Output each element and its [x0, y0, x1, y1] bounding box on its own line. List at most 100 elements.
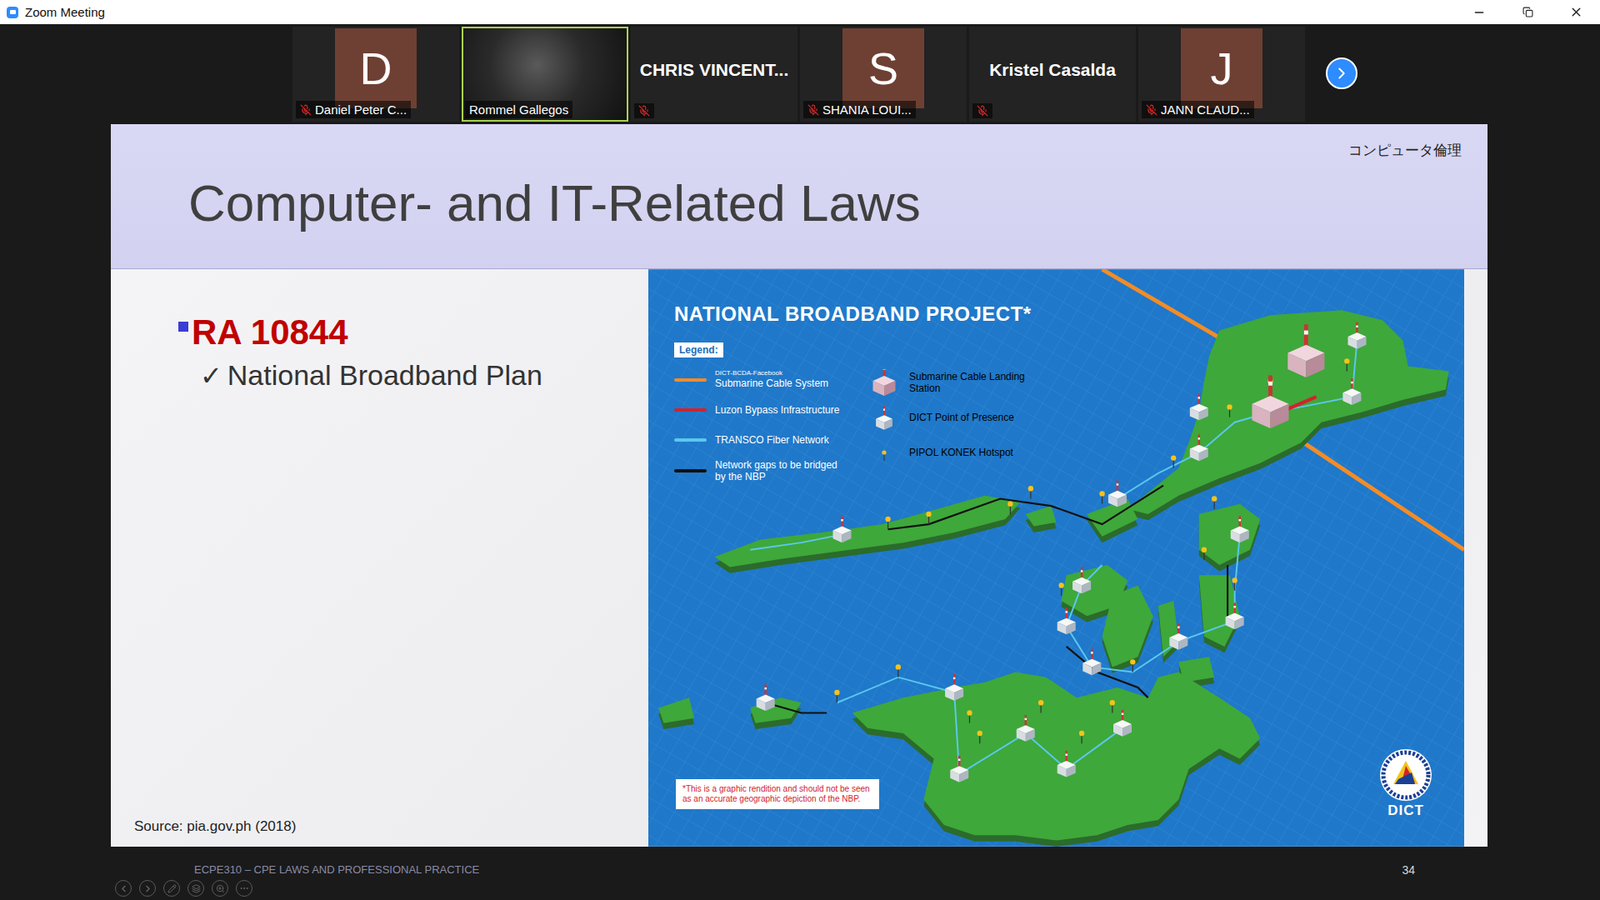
hotspot-icon — [1028, 485, 1034, 499]
slide-text-column: RA 10844✓National Broadband Plan Source: … — [110, 269, 649, 847]
point-of-presence-icon — [1016, 715, 1035, 742]
slides-icon — [191, 884, 201, 894]
legend-text: TRANSCO Fiber Network — [715, 434, 830, 446]
muted-mic-icon — [807, 104, 820, 116]
name-label — [972, 103, 993, 119]
landing-station-icon — [1287, 324, 1325, 378]
hotspot-icon — [895, 664, 901, 677]
submarine-cable — [1295, 437, 1465, 550]
participant-tile[interactable]: JJANN CLAUD... — [1138, 26, 1305, 122]
point-of-presence-icon — [1082, 648, 1101, 675]
legend-text: DICT-BCDA-FacebookSubmarine Cable System — [715, 370, 829, 390]
fiber-line — [750, 534, 842, 550]
close-button[interactable] — [1551, 0, 1600, 25]
hotspot-icon — [1344, 358, 1350, 371]
pen-button[interactable] — [163, 880, 180, 897]
point-of-presence-icon — [1190, 393, 1209, 420]
restore-icon — [1522, 6, 1534, 18]
previous-slide-button[interactable] — [115, 880, 132, 897]
hotspot-icon — [1110, 700, 1115, 713]
more-button[interactable] — [235, 880, 253, 897]
participant-tile[interactable]: DDaniel Peter C... — [292, 26, 460, 122]
legend-line-row: Network gaps to be bridged by the NBP — [674, 459, 850, 484]
hotspot-icon — [834, 690, 840, 703]
island — [658, 697, 695, 730]
restore-button[interactable] — [1503, 0, 1552, 25]
slides-button[interactable] — [187, 880, 205, 897]
next-slide-button[interactable] — [139, 880, 156, 897]
landing-station-icon — [1251, 375, 1289, 429]
broadband-map: NATIONAL BROADBAND PROJECT*Legend:DICT-B… — [648, 269, 1465, 847]
legend-text: Network gaps to be bridged by the NBP — [715, 459, 850, 484]
hotspot-icon — [881, 450, 886, 461]
muted-mic-icon — [976, 105, 989, 117]
footer-text: ECPE310 – CPE LAWS AND PROFESSIONAL PRAC… — [194, 863, 480, 877]
point-of-presence-icon — [832, 515, 851, 543]
legend-text: Submarine Cable Landing Station — [909, 370, 1035, 395]
point-of-presence-icon — [1342, 378, 1361, 405]
zoom-icon — [215, 884, 225, 894]
name-label: JANN CLAUD... — [1141, 100, 1255, 119]
slide-header: Computer- and IT-Related Lawsコンピュータ倫理 — [110, 124, 1488, 270]
point-of-presence-icon — [756, 684, 775, 711]
shared-slide: Computer- and IT-Related Lawsコンピュータ倫理RA … — [110, 124, 1488, 847]
island — [750, 697, 801, 730]
legend-marker-row: DICT Point of Presence — [867, 404, 1035, 431]
point-of-presence-icon — [1113, 710, 1132, 737]
point-of-presence-icon — [950, 755, 969, 783]
legend-line-row: DICT-BCDA-FacebookSubmarine Cable System — [674, 369, 850, 391]
hotspot-icon — [1130, 659, 1135, 672]
window-title: Zoom Meeting — [25, 5, 1455, 20]
zoom-window: Zoom Meeting DDaniel Peter C...Rommel Gal… — [0, 0, 1600, 900]
name-label: SHANIA LOUI... — [803, 100, 916, 119]
hotspot-icon — [1079, 730, 1085, 744]
legend-marker-row: Submarine Cable Landing Station — [867, 369, 1035, 396]
dict-seal-icon — [1378, 747, 1434, 803]
name-label: Daniel Peter C... — [295, 100, 411, 119]
legend-marker-row: PIPOL KONEK Hotspot — [867, 439, 1035, 466]
line-swatch — [674, 378, 707, 382]
point-of-presence-icon — [1108, 480, 1127, 507]
line-swatch — [674, 438, 707, 442]
zoom-logo-icon — [6, 6, 19, 19]
participant-tile[interactable]: SSHANIA LOUI... — [800, 26, 967, 122]
legend-text: PIPOL KONEK Hotspot — [909, 446, 1014, 459]
map-legend-panel: NATIONAL BROADBAND PROJECT*Legend:DICT-B… — [674, 302, 1035, 484]
hotspot-icon — [1226, 404, 1232, 417]
slide-body: RA 10844✓National Broadband Plan Source: … — [110, 269, 1488, 847]
fiber-line — [1117, 340, 1358, 500]
slide-control-bar: ECPE310 – CPE LAWS AND PROFESSIONAL PRAC… — [0, 846, 1600, 900]
pencil-icon — [167, 884, 177, 894]
minimize-icon — [1472, 5, 1486, 20]
fiber-line — [836, 677, 1123, 775]
participant-tile[interactable]: Rommel Gallegos — [461, 26, 629, 122]
slide-title: Computer- and IT-Related Laws — [188, 173, 921, 233]
participant-tile[interactable]: CHRIS VINCENT... — [630, 26, 798, 122]
map-title: NATIONAL BROADBAND PROJECT* — [674, 302, 1035, 326]
more-icon — [239, 883, 250, 894]
participant-name: CHRIS VINCENT... — [635, 60, 795, 89]
hotspot-icon — [977, 730, 983, 744]
island — [1025, 505, 1057, 533]
logo-text: DICT — [1387, 802, 1425, 820]
legend-markers: Submarine Cable Landing Station DICT Poin… — [867, 369, 1035, 484]
hotspot-icon — [1231, 577, 1237, 590]
hotspot-icon — [966, 710, 972, 723]
check-mark: ✓ — [200, 360, 223, 392]
point-of-presence-icon — [1190, 434, 1209, 461]
ocean — [648, 269, 1465, 847]
minimize-button[interactable] — [1455, 0, 1504, 25]
bullet-text: RA 10844 — [191, 312, 349, 353]
landing-station-icon — [873, 369, 896, 396]
next-page-button[interactable] — [1325, 57, 1358, 90]
zoom-button[interactable] — [211, 880, 229, 897]
muted-mic-icon — [1145, 104, 1158, 116]
pop-legend-icon — [867, 404, 901, 431]
source-note: Source: pia.gov.ph (2018) — [134, 818, 632, 835]
bullet: RA 10844✓National Broadband Plan — [178, 312, 632, 392]
sub-bullet: ✓National Broadband Plan — [178, 352, 632, 392]
participant-avatar: S — [842, 28, 925, 109]
close-icon — [1569, 5, 1584, 20]
participant-tile[interactable]: Kristel Casalda — [969, 26, 1136, 122]
legend-line-row: TRANSCO Fiber Network — [674, 429, 850, 451]
